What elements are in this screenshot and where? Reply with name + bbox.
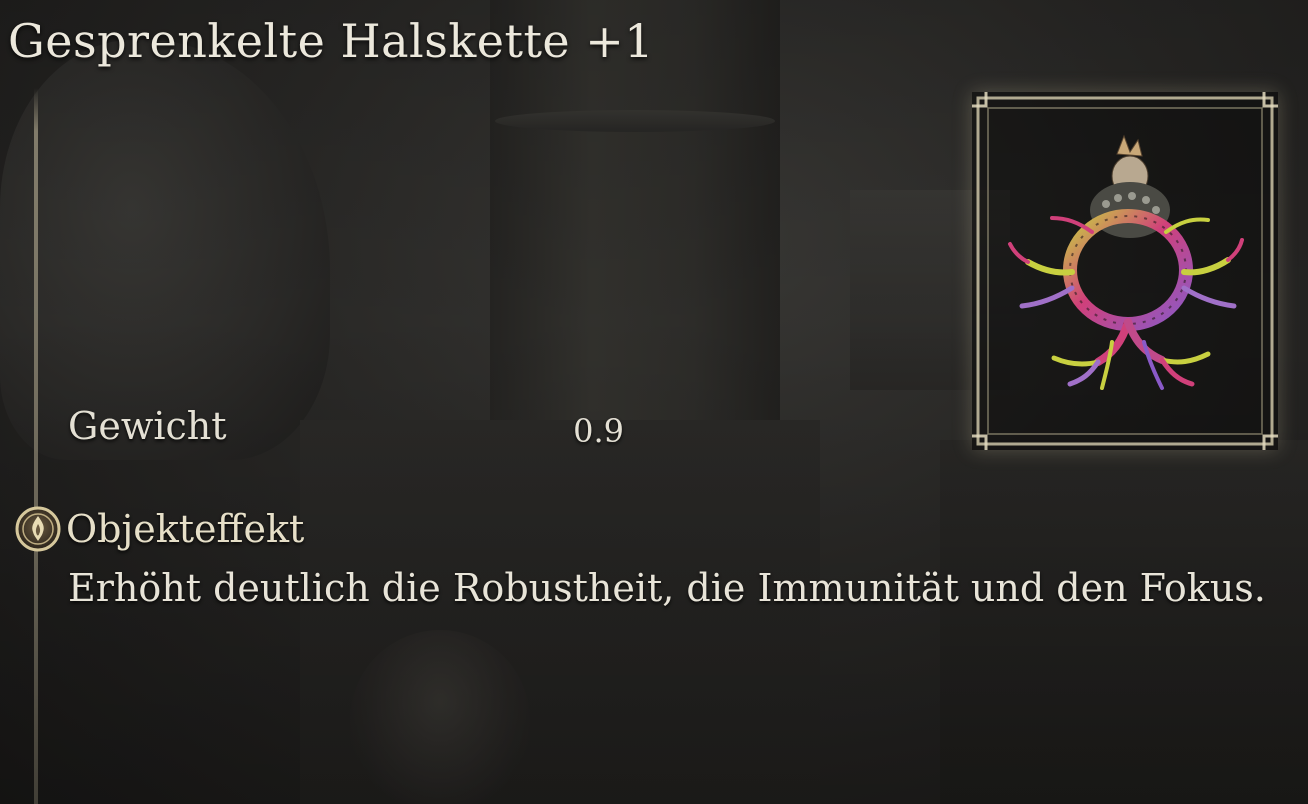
item-name: Gesprenkelte Halskette +1 [8, 14, 655, 68]
item-effect-title: Objekteffekt [66, 507, 305, 551]
item-effect-header: Objekteffekt [14, 504, 304, 554]
weight-value: 0.9 [573, 412, 624, 450]
item-effect-icon [14, 505, 62, 553]
weight-label: Gewicht [68, 404, 227, 448]
weight-stat-row: Gewicht 0.9 [68, 404, 628, 454]
speckled-necklace-icon [1008, 134, 1244, 390]
item-detail-screen: Gesprenkelte Halskette +1 Gewicht 0.9 Ob… [0, 0, 1308, 804]
side-divider [34, 88, 38, 804]
item-effect-description: Erhöht deutlich die Robustheit, die Immu… [68, 566, 1266, 610]
item-image-frame [972, 92, 1278, 450]
